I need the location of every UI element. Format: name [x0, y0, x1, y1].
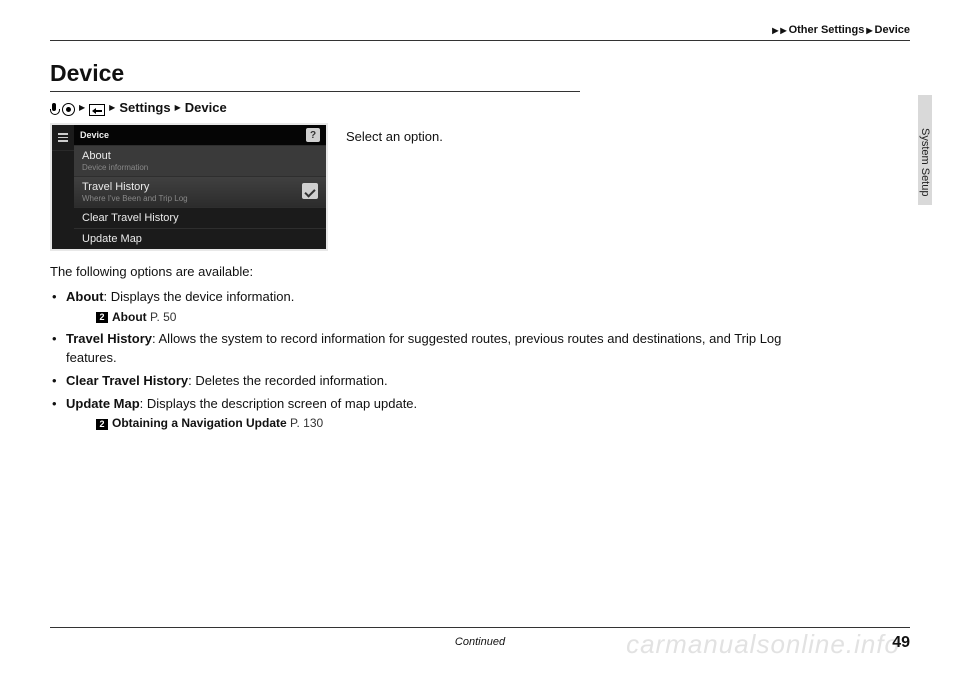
nav-device: Device [185, 100, 227, 115]
ref-page: P. 50 [150, 310, 176, 324]
rule-top [50, 40, 910, 41]
page-number: 49 [892, 634, 910, 652]
breadcrumb-a: Other Settings [789, 24, 865, 36]
device-screenshot: Device ? About Device information Travel… [50, 123, 328, 251]
page-content: Device ▶ ▶ Settings ▶ Device Device ? [50, 60, 810, 437]
hamburger-icon [52, 125, 74, 151]
screenshot-item-title: Update Map [82, 233, 318, 245]
triangle-icon: ▶ [109, 103, 115, 112]
screenshot-item-sub: Device information [82, 163, 318, 172]
ref-page: P. 130 [290, 416, 323, 430]
triangle-icon: ▶ [79, 103, 85, 112]
option-desc: : Displays the device information. [104, 289, 295, 304]
screenshot-item-title: Travel History [82, 181, 318, 193]
screenshot-item-sub: Where I've Been and Trip Log [82, 194, 318, 203]
instruction-text: Select an option. [346, 123, 443, 144]
ref-label: About [112, 310, 147, 324]
page-title: Device [50, 60, 810, 87]
option-desc: : Deletes the recorded information. [188, 373, 387, 388]
breadcrumb: ▶▶ Other Settings ▶ Device [772, 24, 910, 36]
option-desc: : Allows the system to record informatio… [66, 331, 781, 365]
ref-label: Obtaining a Navigation Update [112, 416, 287, 430]
option-name: Clear Travel History [66, 373, 188, 388]
triangle-icon: ▶ [175, 103, 181, 112]
back-icon [89, 104, 105, 116]
option-name: Update Map [66, 396, 140, 411]
continued-label: Continued [0, 636, 960, 648]
ref-update: 2 Obtaining a Navigation Update P. 130 [66, 415, 810, 432]
option-about: About: Displays the device information. … [50, 288, 810, 326]
voice-icon [50, 103, 58, 117]
ref-icon: 2 [96, 419, 108, 430]
screenshot-item-title: About [82, 150, 318, 162]
screenshot-item-clear: Clear Travel History [74, 207, 326, 228]
ref-about: 2 About P. 50 [66, 309, 810, 326]
ref-icon: 2 [96, 312, 108, 323]
side-tab-label: System Setup [919, 128, 931, 196]
screenshot-item-update: Update Map [74, 228, 326, 249]
check-icon [302, 183, 318, 199]
breadcrumb-b: Device [875, 24, 910, 36]
triangle-icon: ▶ [866, 26, 872, 35]
option-desc: : Displays the description screen of map… [140, 396, 417, 411]
screenshot-item-travel: Travel History Where I've Been and Trip … [74, 176, 326, 207]
triangle-icon: ▶ [772, 26, 778, 35]
screenshot-item-about: About Device information [74, 145, 326, 176]
screenshot-header: Device [80, 130, 109, 140]
intro-text: The following options are available: [50, 263, 810, 282]
help-icon: ? [306, 128, 320, 142]
nav-settings: Settings [119, 100, 170, 115]
option-clear: Clear Travel History: Deletes the record… [50, 372, 810, 391]
triangle-icon: ▶ [780, 26, 786, 35]
home-icon [62, 103, 75, 116]
option-name: Travel History [66, 331, 152, 346]
option-travel: Travel History: Allows the system to rec… [50, 330, 810, 368]
nav-path: ▶ ▶ Settings ▶ Device [50, 100, 810, 115]
option-name: About [66, 289, 104, 304]
screenshot-item-title: Clear Travel History [82, 212, 318, 224]
option-update: Update Map: Displays the description scr… [50, 395, 810, 433]
rule-bottom [50, 627, 910, 628]
title-rule [50, 91, 580, 92]
